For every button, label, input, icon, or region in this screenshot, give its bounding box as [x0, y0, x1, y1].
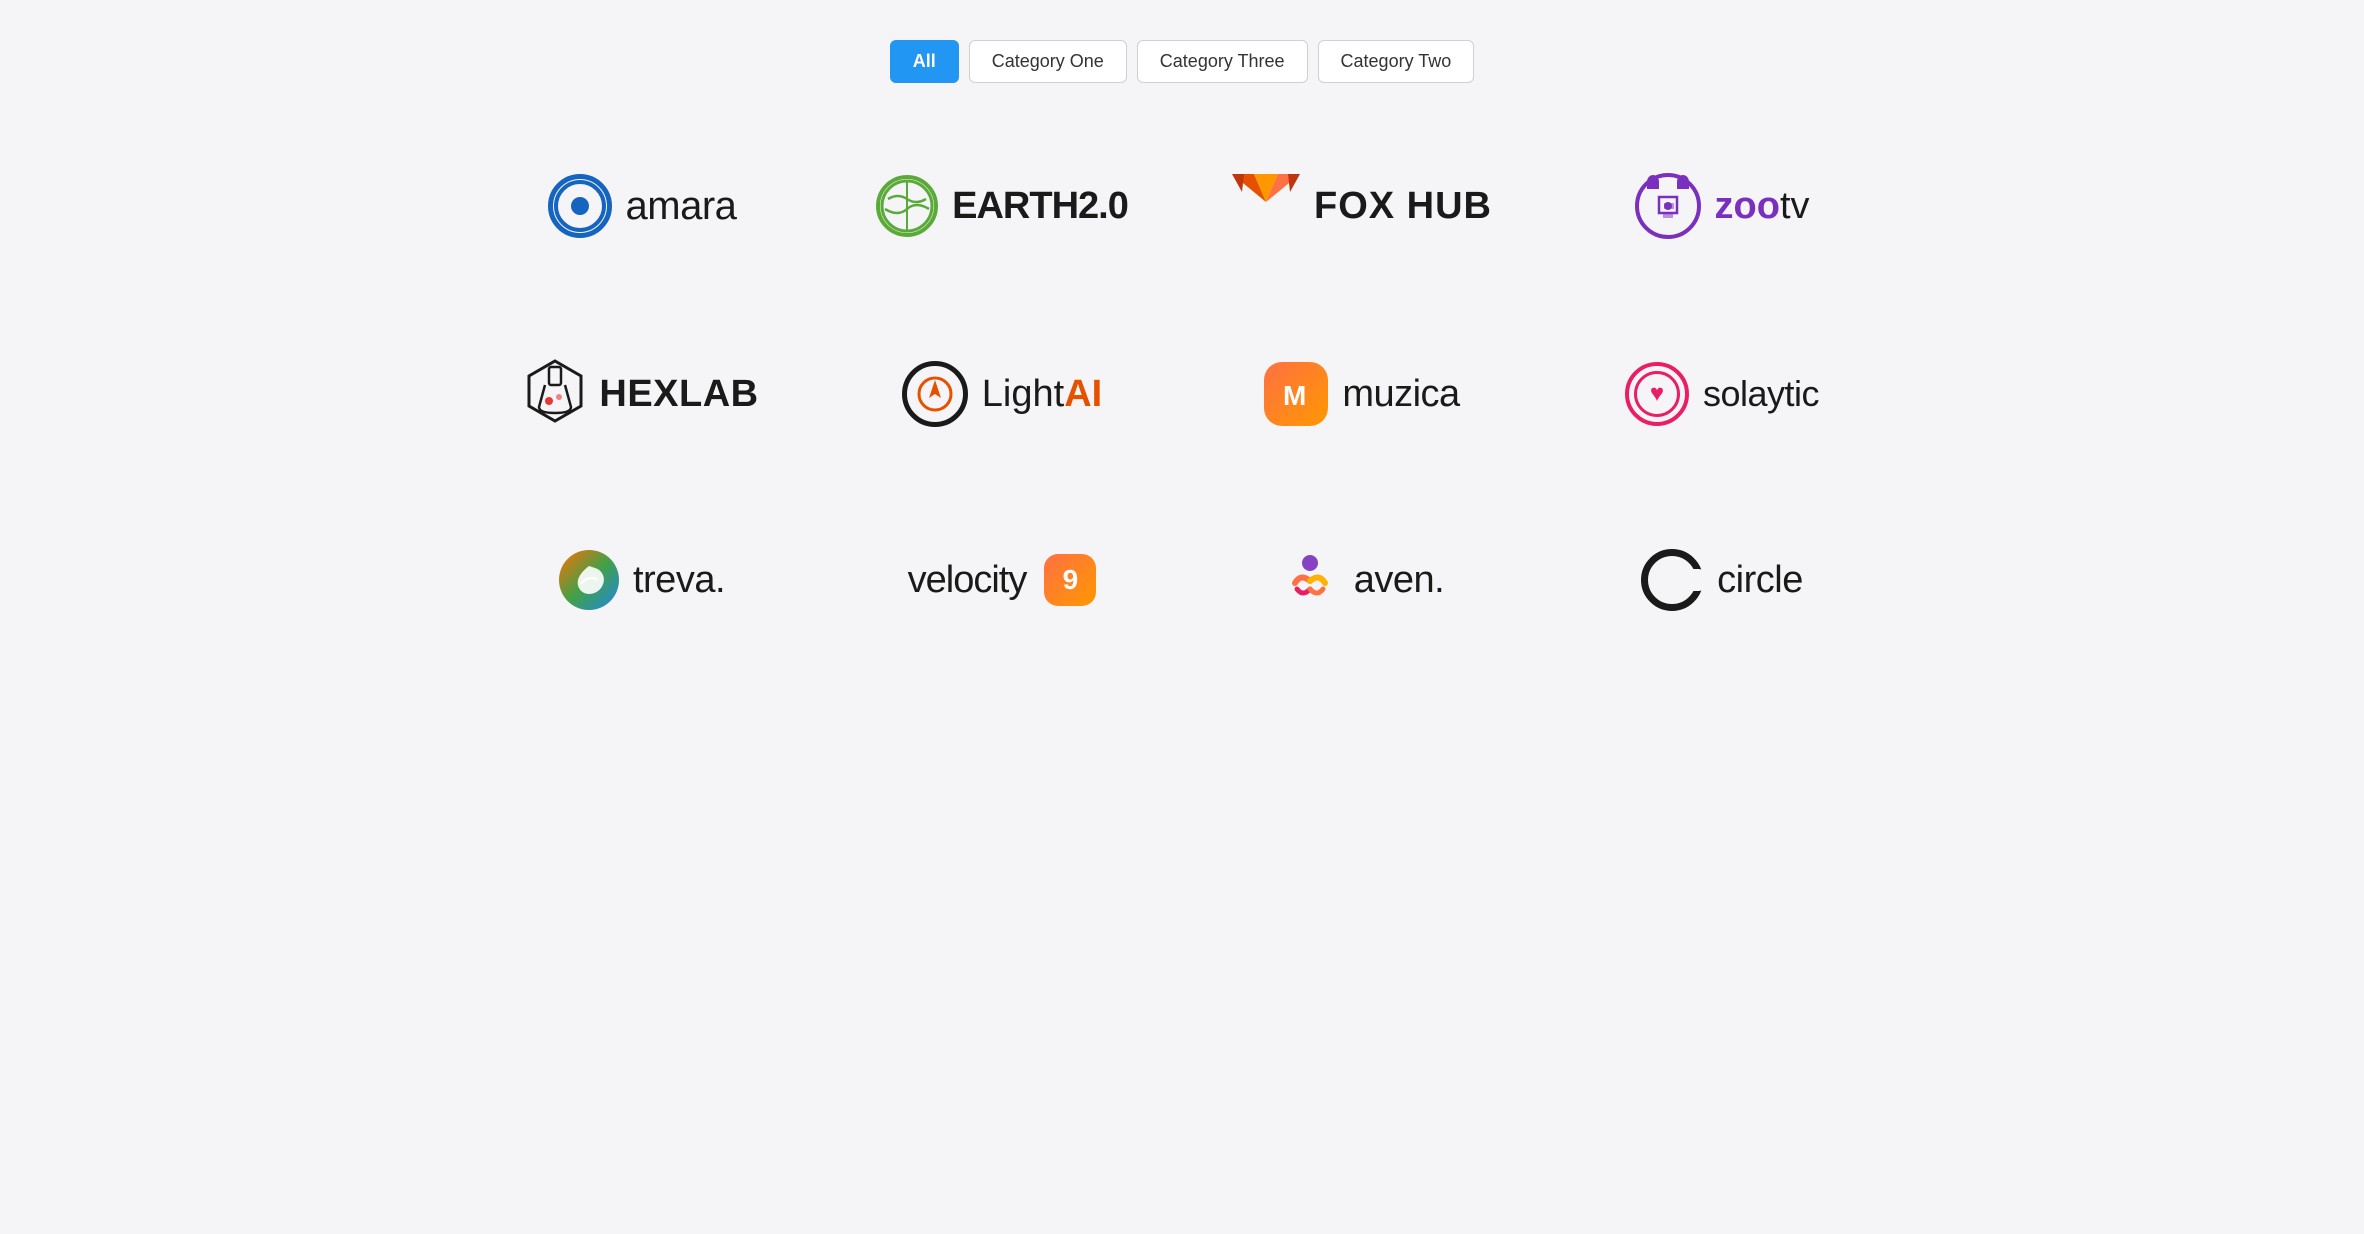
logo-cell-earth20: EARTH2.0 — [842, 143, 1162, 269]
velocity9-logo: velocity 9 — [908, 554, 1097, 606]
logo-cell-velocity9: velocity 9 — [842, 519, 1162, 641]
treva-icon — [559, 550, 619, 610]
logo-cell-treva: treva. — [482, 519, 802, 641]
solaytic-icon: ♥ — [1625, 362, 1689, 426]
earth20-label: EARTH2.0 — [952, 185, 1128, 228]
logo-cell-amara: amara — [482, 143, 802, 269]
circle-label: circle — [1717, 559, 1803, 602]
logo-cell-muzica: M muzica — [1202, 329, 1522, 459]
earth20-icon — [876, 175, 938, 237]
filter-bar: All Category One Category Three Category… — [890, 40, 1475, 83]
amara-logo: amara — [548, 174, 737, 238]
filter-cat3-button[interactable]: Category Three — [1137, 40, 1308, 83]
logo-cell-solaytic: ♥ solaytic — [1562, 329, 1882, 459]
amara-label: amara — [626, 184, 737, 229]
solaytic-heart-icon: ♥ — [1650, 382, 1664, 406]
logo-cell-foxhub: FOX HUB — [1202, 143, 1522, 269]
velocity9-label: velocity — [908, 559, 1027, 602]
amara-icon-center — [571, 197, 589, 215]
velocity9-badge: 9 — [1044, 554, 1096, 606]
hexlab-label: HEXLAB — [599, 373, 758, 416]
logo-cell-zootv: zootv — [1562, 143, 1882, 269]
aven-logo: aven. — [1280, 550, 1444, 610]
zootv-label: zootv — [1715, 185, 1810, 228]
earth20-logo: EARTH2.0 — [876, 175, 1128, 237]
treva-logo: treva. — [559, 550, 725, 610]
logo-cell-circle: circle — [1562, 519, 1882, 641]
lightai-label: LightAI — [982, 373, 1102, 416]
hexlab-logo: HEXLAB — [525, 359, 758, 429]
lightai-logo: LightAI — [902, 361, 1102, 427]
zootv-icon — [1635, 173, 1701, 239]
muzica-logo: M muzica — [1264, 362, 1459, 426]
solaytic-inner-ring: ♥ — [1634, 371, 1680, 417]
muzica-icon: M — [1264, 362, 1328, 426]
circle-icon — [1641, 549, 1703, 611]
amara-icon — [548, 174, 612, 238]
treva-label: treva. — [633, 559, 725, 602]
zootv-logo: zootv — [1635, 173, 1810, 239]
aven-label: aven. — [1354, 559, 1444, 602]
logo-cell-lightai: LightAI — [842, 329, 1162, 459]
filter-cat2-button[interactable]: Category Two — [1318, 40, 1475, 83]
solaytic-logo: ♥ solaytic — [1625, 362, 1819, 426]
foxhub-label: FOX HUB — [1314, 185, 1492, 228]
logo-grid: amara EARTH2.0 — [482, 143, 1882, 641]
foxhub-logo: FOX HUB — [1232, 174, 1492, 239]
svg-text:M: M — [1283, 380, 1306, 411]
hexlab-icon — [525, 359, 585, 429]
solaytic-label: solaytic — [1703, 373, 1819, 415]
muzica-label: muzica — [1342, 373, 1459, 416]
logo-cell-hexlab: HEXLAB — [482, 329, 802, 459]
circle-logo: circle — [1641, 549, 1803, 611]
filter-cat1-button[interactable]: Category One — [969, 40, 1127, 83]
logo-cell-aven: aven. — [1202, 519, 1522, 641]
lightai-icon — [902, 361, 968, 427]
filter-all-button[interactable]: All — [890, 40, 959, 83]
foxhub-icon — [1232, 174, 1300, 239]
circle-icon-cut — [1689, 569, 1703, 591]
aven-icon — [1280, 550, 1340, 610]
